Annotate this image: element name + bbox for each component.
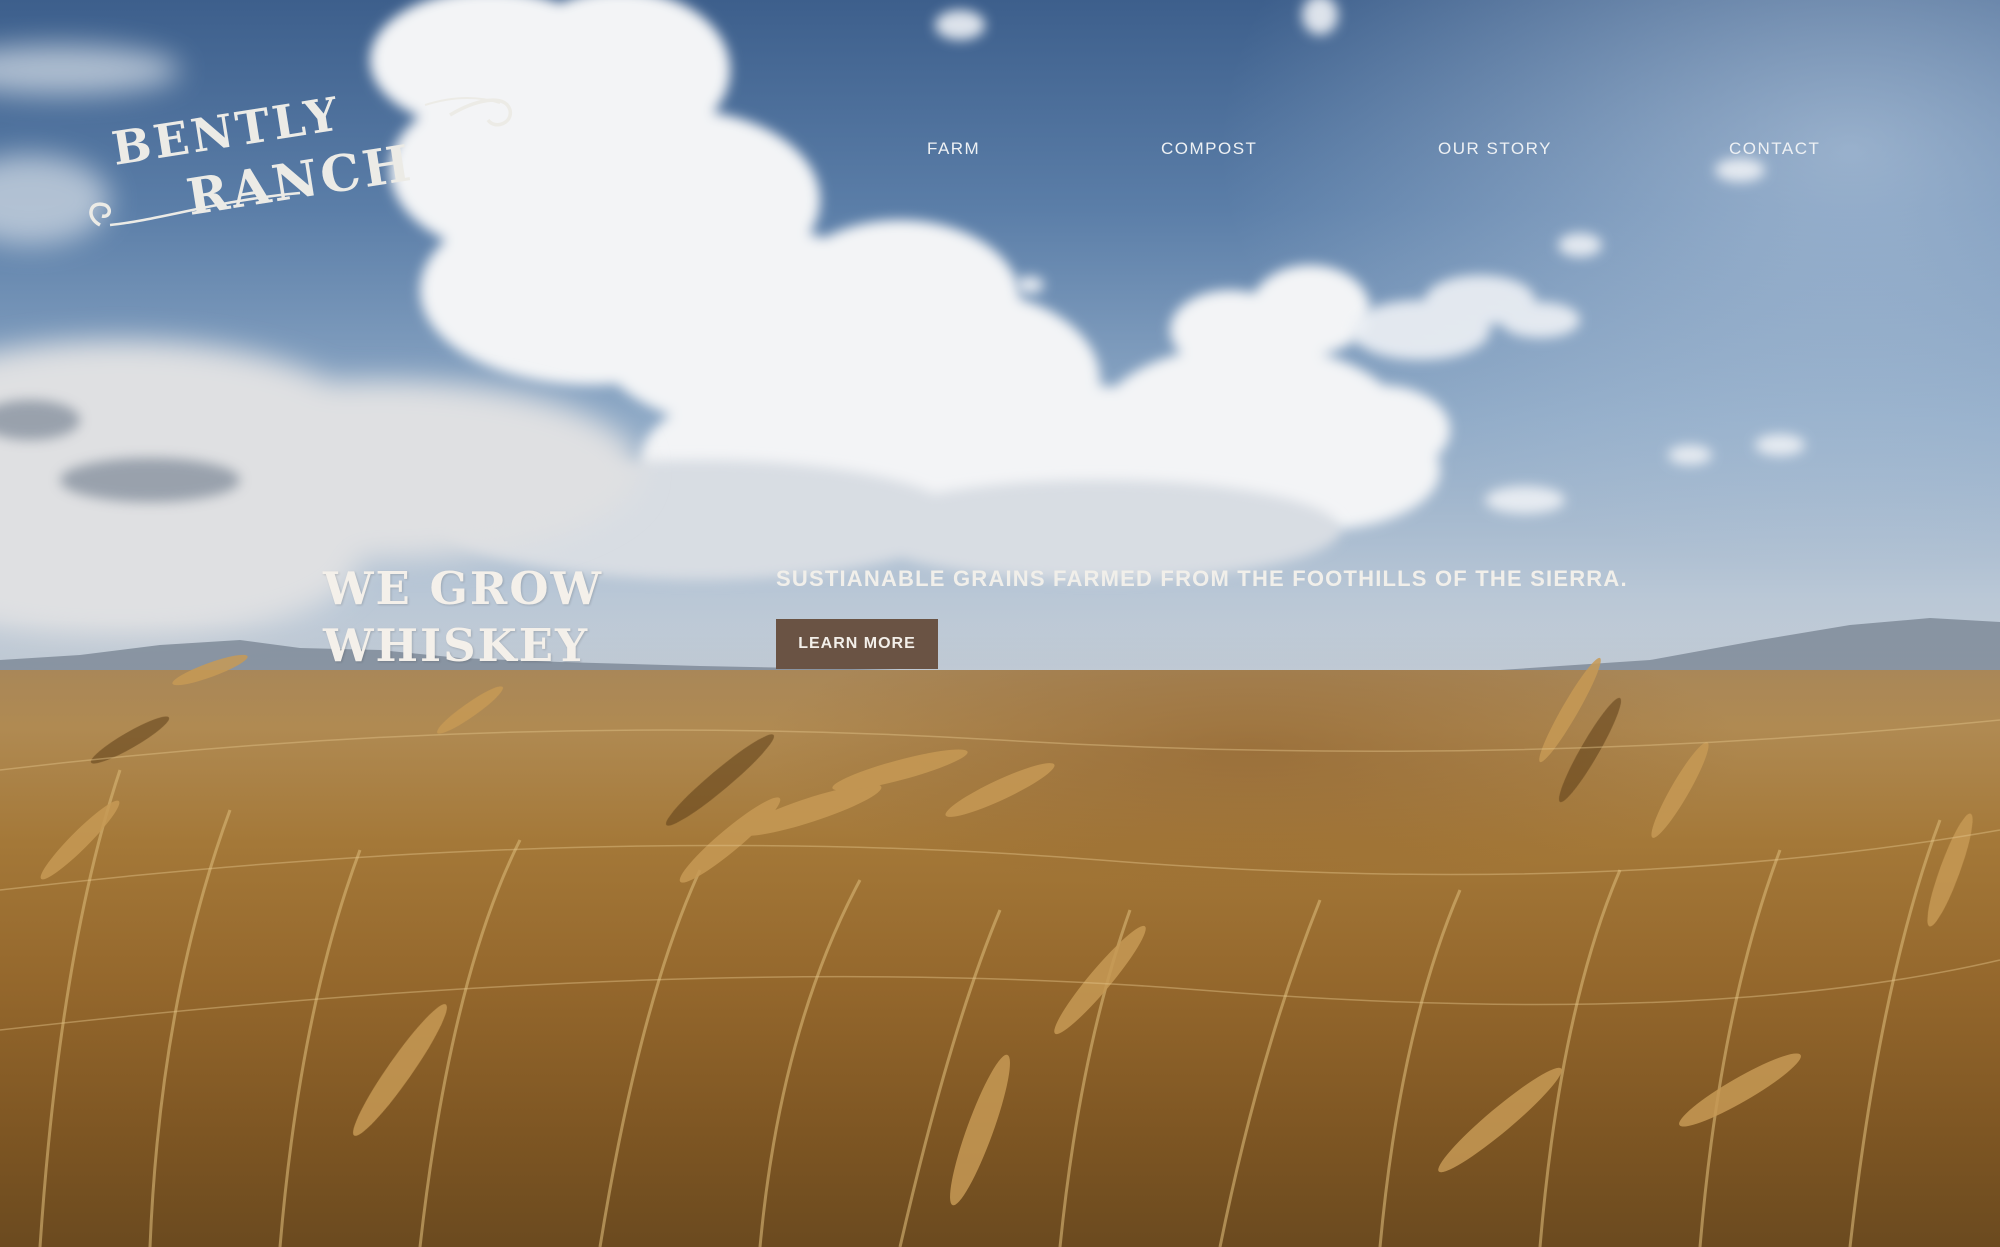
headline-line-2: WHISKEY xyxy=(323,619,590,672)
nav-item-contact[interactable]: CONTACT xyxy=(1729,139,1820,159)
main-navigation: FARM COMPOST OUR STORY CONTACT xyxy=(0,139,2000,163)
hero-headline: WE GROW WHISKEY xyxy=(323,560,603,674)
nav-item-compost[interactable]: COMPOST xyxy=(1161,139,1257,159)
hero-tagline: SUSTIANABLE GRAINS FARMED FROM THE FOOTH… xyxy=(776,566,1628,591)
learn-more-button[interactable]: LEARN MORE xyxy=(776,619,938,669)
nav-item-our-story[interactable]: OUR STORY xyxy=(1438,139,1552,159)
wheat-stalks xyxy=(0,654,2000,1247)
nav-item-farm[interactable]: FARM xyxy=(927,139,980,159)
headline-line-1: WE GROW xyxy=(323,562,604,615)
